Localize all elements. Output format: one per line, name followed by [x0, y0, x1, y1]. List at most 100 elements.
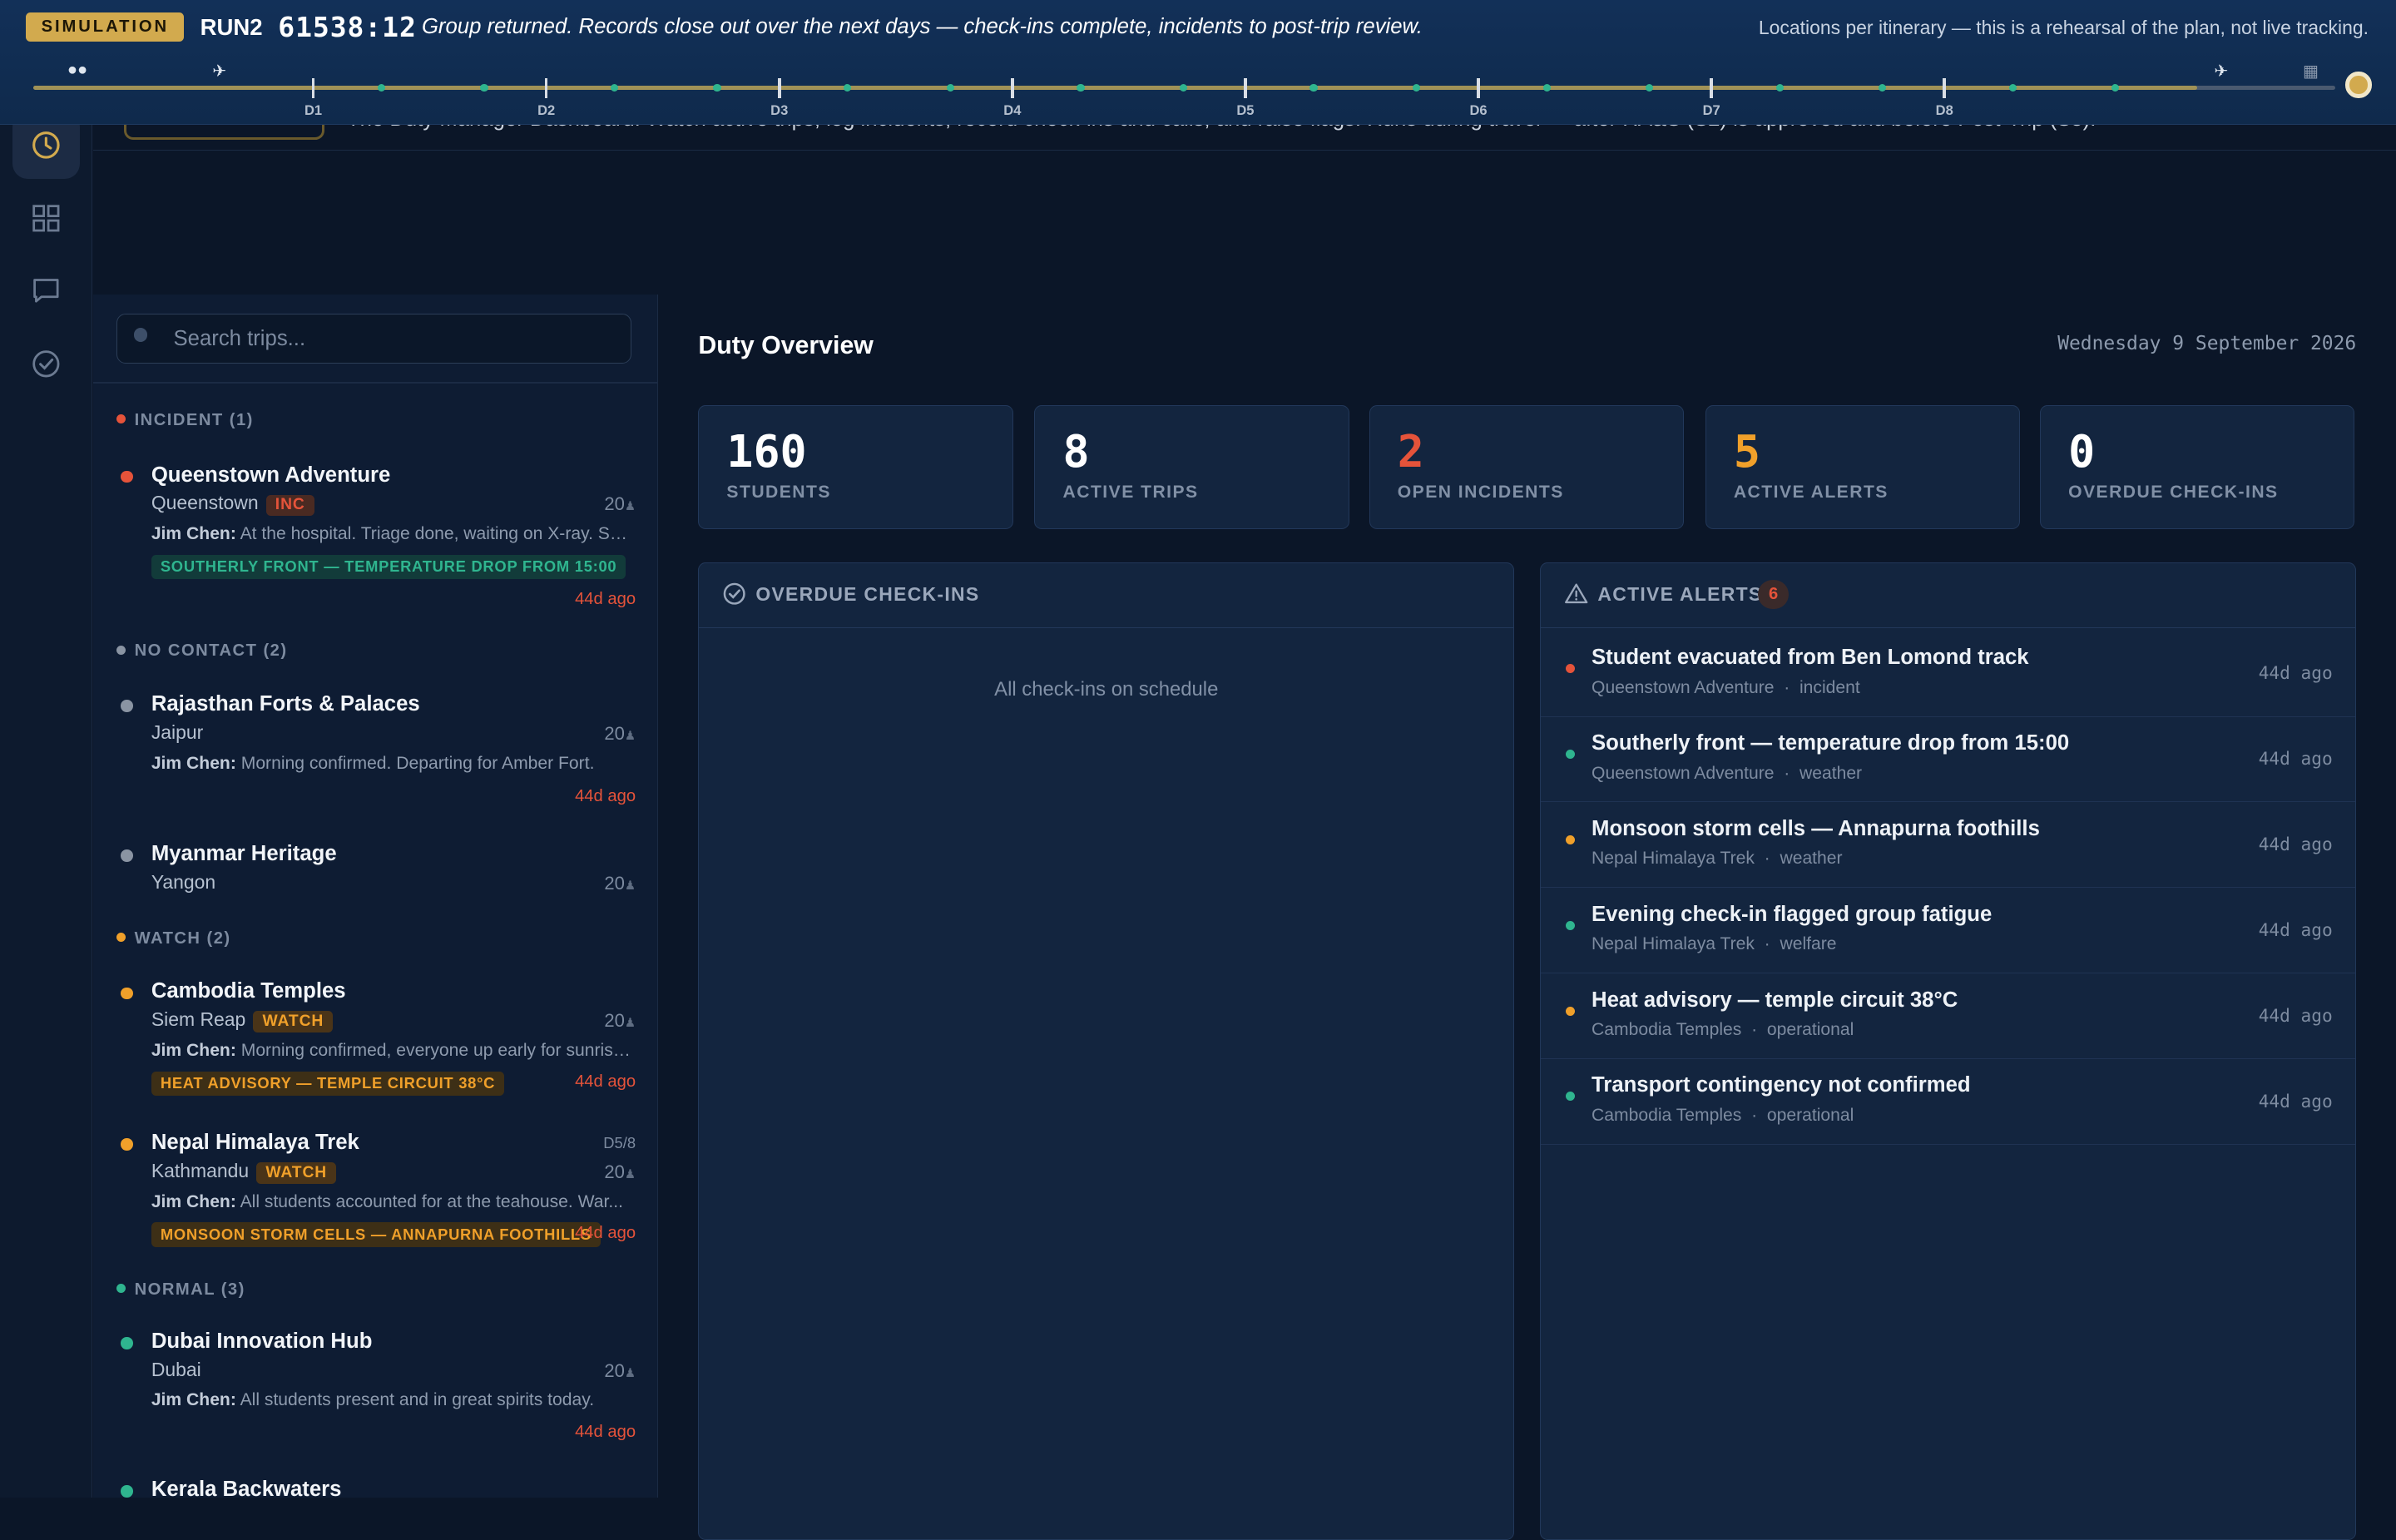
timeline-day-label: D3 [770, 102, 789, 119]
latest-message: Jim Chen: All students present and in gr… [151, 1390, 595, 1410]
timeline-progress [33, 85, 2197, 91]
timeline-day-tick [1943, 77, 1947, 98]
alert-count-badge: 6 [1758, 580, 1789, 609]
alert-item[interactable]: Evening check-in flagged group fatigue Ne… [1541, 887, 2356, 974]
status-dot [1565, 749, 1575, 759]
alert-meta: Nepal Himalaya Trek · welfare [1592, 934, 1837, 954]
panel-title: ACTIVE ALERTS [1597, 582, 1763, 605]
search-box[interactable] [116, 313, 631, 365]
simulation-note: Locations per itinerary — this is a rehe… [1758, 17, 2369, 39]
stat-label: OPEN INCIDENTS [1397, 482, 1564, 502]
timeline-day-tick [777, 77, 781, 98]
timeline-event-dot [1775, 84, 1784, 92]
timeline-event-dot [1878, 84, 1887, 92]
status-badge: WATCH [256, 1162, 337, 1184]
overdue-checkins-panel: OVERDUE CHECK-INS All check-ins on sched… [698, 562, 1515, 1540]
trip-item-rajasthan[interactable]: Rajasthan Forts & Palaces Jaipur 20♟ Jim… [116, 692, 636, 807]
building-icon: ▦ [2302, 62, 2319, 82]
student-count: 20♟ [604, 872, 636, 894]
run-label: RUN2 [200, 13, 263, 40]
status-dot [1565, 920, 1575, 930]
alert-item[interactable]: Monsoon storm cells — Annapurna foothill… [1541, 801, 2356, 889]
timeline-event-dot [1309, 84, 1318, 92]
trip-city: Dubai [151, 1358, 201, 1380]
alert-title: Transport contingency not confirmed [1592, 1073, 1971, 1097]
people-icon: ●● [67, 61, 88, 80]
panel-header: OVERDUE CHECK-INS [699, 563, 1514, 629]
status-dot [116, 932, 126, 942]
timeline-scrubber-handle[interactable] [2345, 72, 2372, 98]
stat-label: ACTIVE ALERTS [1733, 482, 1889, 502]
stat-card-active-trips: 8 ACTIVE TRIPS [1034, 404, 1349, 529]
alert-time: 44d ago [2258, 748, 2333, 770]
alert-time: 44d ago [2258, 919, 2333, 940]
trip-item-nepal[interactable]: Nepal Himalaya Trek D5/8 Kathmandu WATCH … [116, 1131, 636, 1268]
trip-item-kerala[interactable]: Kerala Backwaters [116, 1478, 636, 1498]
timeline-day-label: D1 [304, 102, 323, 119]
warning-icon [1564, 583, 1588, 604]
status-dot [121, 1485, 133, 1498]
trip-city: Queenstown INC [151, 492, 314, 517]
alert-title: Evening check-in flagged group fatigue [1592, 902, 1993, 926]
person-icon: ♟ [624, 729, 636, 743]
timeline-day-label: D5 [1236, 102, 1255, 119]
trip-name: Myanmar Heritage [151, 842, 337, 866]
trip-name: Cambodia Temples [151, 979, 346, 1003]
nav-checkins-button[interactable] [12, 330, 80, 398]
simulation-clock: 61538:12 [278, 10, 417, 43]
alert-meta: Cambodia Temples · operational [1592, 1020, 1854, 1040]
trip-alert-tag: MONSOON STORM CELLS — ANNAPURNA FOOTHILL… [151, 1222, 601, 1247]
status-badge: INC [265, 494, 314, 517]
timeline-day-tick [1477, 77, 1480, 98]
group-title-no-contact: NO CONTACT (2) [116, 641, 288, 661]
active-alerts-panel: ACTIVE ALERTS 6 Student evacuated from B… [1540, 562, 2357, 1540]
latest-message: Jim Chen: Morning confirmed. Departing f… [151, 753, 595, 773]
stat-card-overdue-checkins: 0 OVERDUE CHECK-INS [2040, 404, 2355, 529]
timeline-event-dot [480, 84, 488, 92]
trip-item-myanmar[interactable]: Myanmar Heritage Yangon 20♟ [116, 842, 636, 903]
timeline-event-dot [844, 84, 852, 92]
trip-city: Siem Reap WATCH [151, 1008, 334, 1033]
stat-value: 8 [1062, 425, 1090, 478]
nav-grid-button[interactable] [12, 185, 80, 252]
grid-icon [32, 205, 60, 232]
timeline-event-dot [1542, 84, 1551, 92]
timeline-event-dot [713, 84, 721, 92]
alert-item[interactable]: Southerly front — temperature drop from … [1541, 716, 2356, 803]
stat-card-students: 160 STUDENTS [698, 404, 1013, 529]
alert-item[interactable]: Heat advisory — temple circuit 38°C Cambo… [1541, 973, 2356, 1059]
timeline-day-tick [544, 77, 548, 98]
current-date: Wednesday 9 September 2026 [2057, 333, 2357, 355]
person-icon: ♟ [624, 1167, 636, 1181]
trip-city: Kathmandu WATCH [151, 1160, 337, 1184]
trip-name: Queenstown Adventure [151, 463, 391, 487]
stat-card-open-incidents: 2 OPEN INCIDENTS [1369, 404, 1685, 529]
alert-title: Monsoon storm cells — Annapurna foothill… [1592, 816, 2040, 840]
trip-item-cambodia[interactable]: Cambodia Temples Siem Reap WATCH 20♟ Jim … [116, 979, 636, 1117]
search-input[interactable] [170, 314, 620, 365]
alert-time: 44d ago [2258, 1090, 2333, 1112]
stat-value: 0 [2068, 425, 2096, 478]
status-dot [121, 849, 133, 862]
status-dot [116, 645, 126, 655]
trip-item-dubai[interactable]: Dubai Innovation Hub Dubai 20♟ Jim Chen:… [116, 1330, 636, 1444]
alert-time: 44d ago [2258, 833, 2333, 854]
alert-item[interactable]: Transport contingency not confirmed Cambo… [1541, 1058, 2356, 1145]
trip-name: Kerala Backwaters [151, 1478, 342, 1498]
alert-item[interactable]: Student evacuated from Ben Lomond track Q… [1541, 631, 2356, 717]
person-icon: ♟ [624, 500, 636, 514]
timeline-day-tick [1244, 77, 1247, 98]
timeline-event-dot [1412, 84, 1420, 92]
trip-name: Dubai Innovation Hub [151, 1329, 373, 1353]
trip-city: Yangon [151, 870, 216, 893]
status-dot [121, 700, 133, 712]
trip-item-queenstown[interactable]: Queenstown Adventure Queenstown INC 20♟ J… [116, 463, 636, 608]
last-update-time: 44d ago [575, 1422, 636, 1441]
timeline-event-dot [1077, 84, 1085, 92]
stat-label: OVERDUE CHECK-INS [2068, 482, 2279, 502]
person-icon: ♟ [624, 1366, 636, 1380]
trip-name: Nepal Himalaya Trek [151, 1131, 359, 1155]
timeline-track[interactable] [33, 84, 2335, 92]
nav-messages-button[interactable] [12, 257, 80, 324]
person-icon: ♟ [624, 1017, 636, 1031]
